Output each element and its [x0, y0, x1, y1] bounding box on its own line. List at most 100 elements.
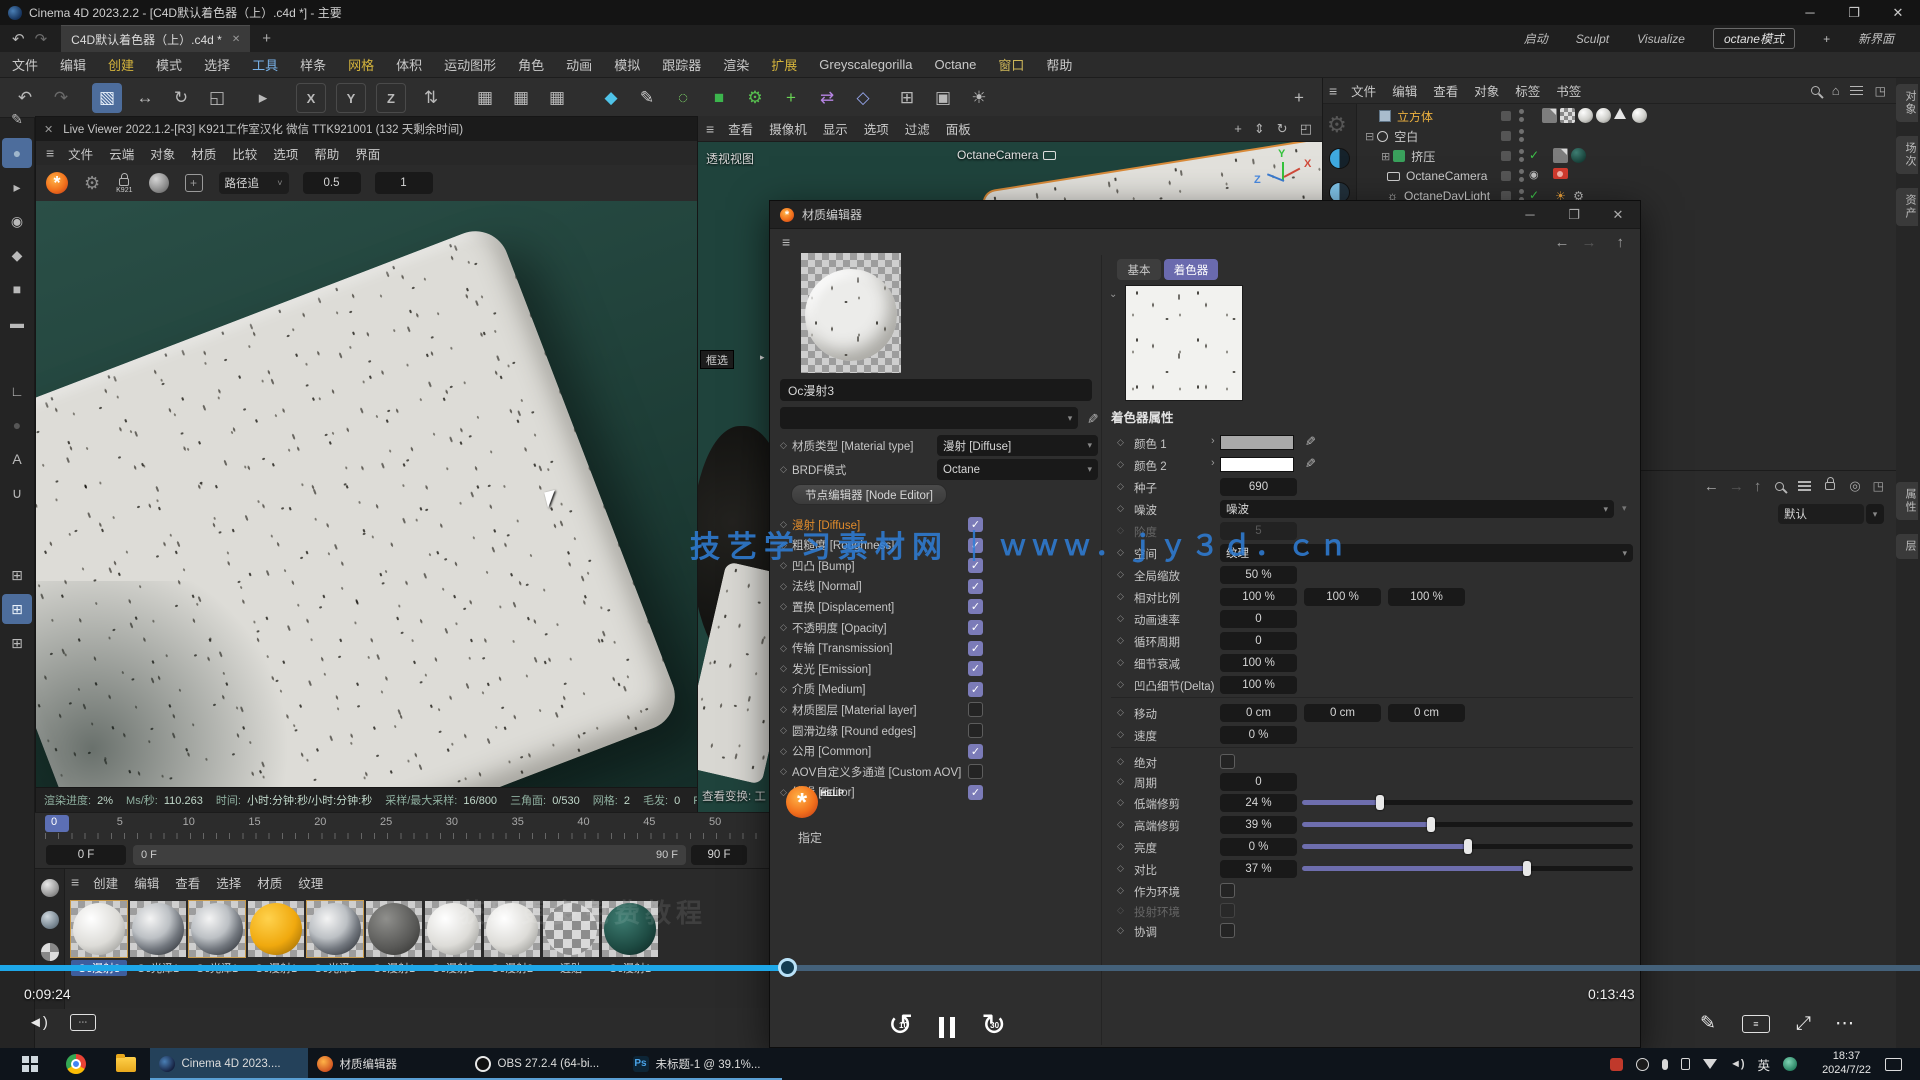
- menu-item-16[interactable]: Greyscalegorilla: [819, 57, 912, 72]
- redcam-tag-icon[interactable]: [1553, 168, 1568, 179]
- notification-center-icon[interactable]: [1885, 1058, 1902, 1071]
- end-frame-field[interactable]: 90 F: [691, 845, 747, 865]
- uv-mode-icon[interactable]: ∪: [2, 478, 32, 508]
- viewport-menu-item-0[interactable]: 查看: [728, 119, 753, 138]
- layer-chip[interactable]: [1501, 111, 1511, 121]
- pan-view-icon[interactable]: +: [1234, 121, 1242, 136]
- viewport-menu-item-5[interactable]: 面板: [946, 119, 971, 138]
- material-mode-icon-1[interactable]: [41, 879, 59, 897]
- slider-handle[interactable]: [1427, 817, 1435, 832]
- menu-item-18[interactable]: 窗口: [998, 55, 1024, 74]
- menu-item-0[interactable]: 文件: [12, 55, 38, 74]
- texture-mode-icon[interactable]: ●: [2, 410, 32, 440]
- expand-arrow-icon[interactable]: ›: [1211, 435, 1215, 447]
- material-manager-menu-item-3[interactable]: 选择: [216, 873, 241, 892]
- viewport-menu-item-3[interactable]: 选项: [864, 119, 889, 138]
- snap-grid-3-icon[interactable]: ⊞: [2, 628, 32, 658]
- panel-collapse-arrow[interactable]: ▸: [760, 352, 765, 363]
- start-button[interactable]: [22, 1056, 38, 1072]
- enabled-check-icon[interactable]: ✓: [1529, 148, 1539, 162]
- redo-icon[interactable]: ↷: [46, 83, 76, 113]
- octane-shield-icon[interactable]: ◇: [848, 83, 878, 113]
- layout-item-3[interactable]: octane模式: [1713, 28, 1795, 49]
- slider-handle[interactable]: [1464, 839, 1472, 854]
- fullscreen-button[interactable]: ⤢: [1796, 1013, 1811, 1035]
- layer-chip[interactable]: [1501, 131, 1511, 141]
- dolly-view-icon[interactable]: ⇕: [1254, 121, 1265, 137]
- redo-icon[interactable]: ↷: [35, 30, 48, 48]
- layout-item-5[interactable]: 新界面: [1858, 30, 1894, 47]
- octane-flip-icon[interactable]: ⇄: [812, 83, 842, 113]
- menu-item-5[interactable]: 工具: [252, 55, 278, 74]
- window-minimize-button[interactable]: ─: [1788, 5, 1832, 20]
- layers-gear-icon[interactable]: ⚙: [1327, 112, 1347, 138]
- pop-out-icon[interactable]: ◳: [1875, 84, 1886, 98]
- param-slider[interactable]: [1302, 844, 1633, 849]
- select-tool-icon[interactable]: ▸: [2, 172, 32, 202]
- keyframe-grid-2-icon[interactable]: ▦: [506, 83, 536, 113]
- object-row-立方体[interactable]: 立方体: [1361, 106, 1893, 126]
- snap-grid-2-icon[interactable]: ⊞: [2, 594, 32, 624]
- value-field-1[interactable]: 100 %: [1304, 588, 1381, 606]
- coordinate-system-icon[interactable]: ⇅: [416, 83, 446, 113]
- window-close-button[interactable]: ✕: [1876, 5, 1920, 21]
- settings-gear-icon[interactable]: ⚙: [84, 173, 100, 194]
- object-manager-menu-item-5[interactable]: 书签: [1556, 81, 1581, 100]
- viewport-menu-item-4[interactable]: 过滤: [905, 119, 930, 138]
- expand-toggle-icon[interactable]: ⊟: [1365, 130, 1374, 143]
- axis-y-lock-icon[interactable]: Y: [336, 83, 366, 113]
- material-manager-menu-item-4[interactable]: 材质: [257, 873, 282, 892]
- param-checkbox[interactable]: [1220, 883, 1235, 898]
- home-icon[interactable]: ⌂: [1832, 83, 1840, 98]
- value-field[interactable]: 50 %: [1220, 566, 1297, 584]
- editor-visibility-dot[interactable]: [1519, 149, 1524, 154]
- polygon-mode-icon[interactable]: ◆: [2, 240, 32, 270]
- value-field[interactable]: 100 %: [1220, 676, 1297, 694]
- obs-tray-icon[interactable]: [1636, 1058, 1649, 1071]
- add-tab-button[interactable]: +: [262, 30, 271, 47]
- param-checkbox[interactable]: [1220, 754, 1235, 769]
- animation-mode-icon[interactable]: A: [2, 444, 32, 474]
- snap-grid-1-icon[interactable]: ⊞: [2, 560, 32, 590]
- expand-toggle-icon[interactable]: ⊞: [1381, 150, 1390, 163]
- live-viewer-menu-item-4[interactable]: 比较: [232, 144, 257, 163]
- explorer-icon[interactable]: [116, 1057, 136, 1072]
- grid-view-icon[interactable]: ⊞: [892, 83, 922, 113]
- orbit-view-icon[interactable]: ↻: [1277, 121, 1288, 137]
- attr-filter-icon[interactable]: [1798, 481, 1811, 491]
- taskbar-app-2[interactable]: OBS 27.2.4 (64-bi...: [466, 1048, 624, 1080]
- value-field[interactable]: 0: [1220, 610, 1297, 628]
- editor-visibility-dot[interactable]: [1519, 169, 1524, 174]
- move-icon[interactable]: ↔: [130, 83, 160, 113]
- menu-item-12[interactable]: 模拟: [614, 55, 640, 74]
- sphere-tool-icon[interactable]: ●: [2, 138, 32, 168]
- layer-tag-icon[interactable]: [1542, 108, 1557, 123]
- taskbar-app-1[interactable]: 材质编辑器: [308, 1048, 466, 1080]
- pen-tool-icon[interactable]: ✎: [2, 104, 32, 134]
- gamma-field[interactable]: 1: [375, 172, 433, 194]
- axis-z-lock-icon[interactable]: Z: [376, 83, 406, 113]
- object-manager-menu-item-1[interactable]: 编辑: [1392, 81, 1417, 100]
- octane-gem-icon[interactable]: ◆: [596, 83, 626, 113]
- attr-target-icon[interactable]: ◎: [1849, 478, 1860, 494]
- value-field[interactable]: 0: [1220, 632, 1297, 650]
- keyframe-grid-1-icon[interactable]: ▦: [470, 83, 500, 113]
- value-field-0[interactable]: 0 cm: [1220, 704, 1297, 722]
- menu-item-3[interactable]: 模式: [156, 55, 182, 74]
- layout-item-1[interactable]: Sculpt: [1576, 32, 1609, 46]
- param-slider[interactable]: [1302, 822, 1633, 827]
- ime-indicator[interactable]: 英: [1758, 1055, 1771, 1074]
- rotate-icon[interactable]: ↻: [166, 83, 196, 113]
- object-name[interactable]: 立方体: [1397, 108, 1433, 125]
- layout-item-2[interactable]: Visualize: [1637, 32, 1685, 46]
- expand-arrow-icon[interactable]: ›: [1211, 457, 1215, 469]
- viewport-menu-item-1[interactable]: 摄像机: [769, 119, 807, 138]
- keyframe-grid-3-icon[interactable]: ▦: [542, 83, 572, 113]
- scale-icon[interactable]: ◱: [202, 83, 232, 113]
- filter-icon[interactable]: [1850, 86, 1863, 96]
- object-row-挤压[interactable]: ⊞挤压✓: [1361, 146, 1893, 166]
- object-row-空白[interactable]: ⊟空白: [1361, 126, 1893, 146]
- param-checkbox[interactable]: [1220, 903, 1235, 918]
- live-viewer-menu-item-2[interactable]: 对象: [150, 144, 175, 163]
- nav-up-icon[interactable]: ↑: [1754, 478, 1762, 495]
